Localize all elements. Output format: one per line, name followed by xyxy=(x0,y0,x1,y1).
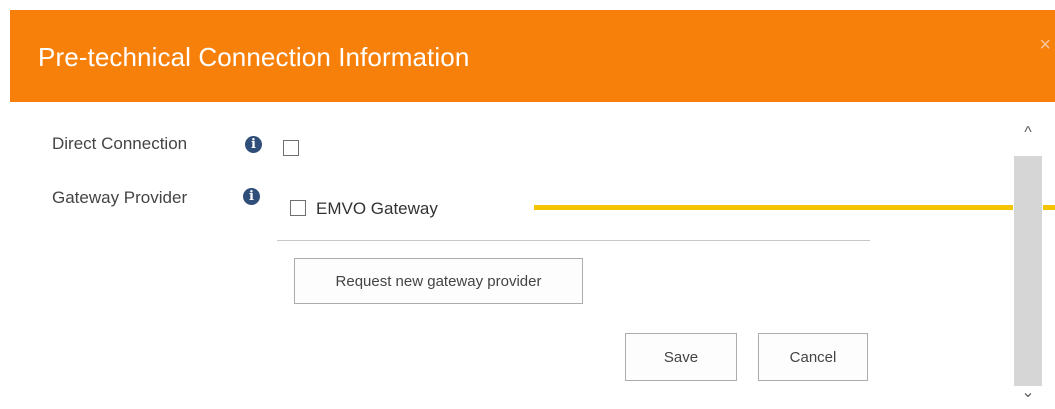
dialog-header: Pre-technical Connection Information × xyxy=(10,10,1055,102)
scroll-thumb[interactable] xyxy=(1014,156,1042,386)
close-icon[interactable]: × xyxy=(1039,34,1051,57)
info-icon[interactable]: i xyxy=(243,188,260,205)
scrollbar[interactable]: ^ ⌄ xyxy=(1013,122,1043,409)
divider xyxy=(277,240,870,241)
request-gateway-provider-button[interactable]: Request new gateway provider xyxy=(294,258,583,304)
save-button[interactable]: Save xyxy=(625,333,737,381)
info-icon[interactable]: i xyxy=(245,136,262,153)
emvo-gateway-label[interactable]: EMVO Gateway xyxy=(316,199,438,219)
direct-connection-checkbox[interactable] xyxy=(283,140,299,156)
dialog-title: Pre-technical Connection Information xyxy=(38,42,470,72)
chevron-up-icon[interactable]: ^ xyxy=(1013,124,1043,142)
cancel-button[interactable]: Cancel xyxy=(758,333,868,381)
direct-connection-label: Direct Connection xyxy=(52,134,188,153)
emvo-gateway-checkbox[interactable] xyxy=(290,200,306,216)
chevron-down-icon[interactable]: ⌄ xyxy=(1013,382,1043,402)
annotation-highlight-line xyxy=(534,205,1055,210)
gateway-provider-label: Gateway Provider xyxy=(52,188,188,207)
